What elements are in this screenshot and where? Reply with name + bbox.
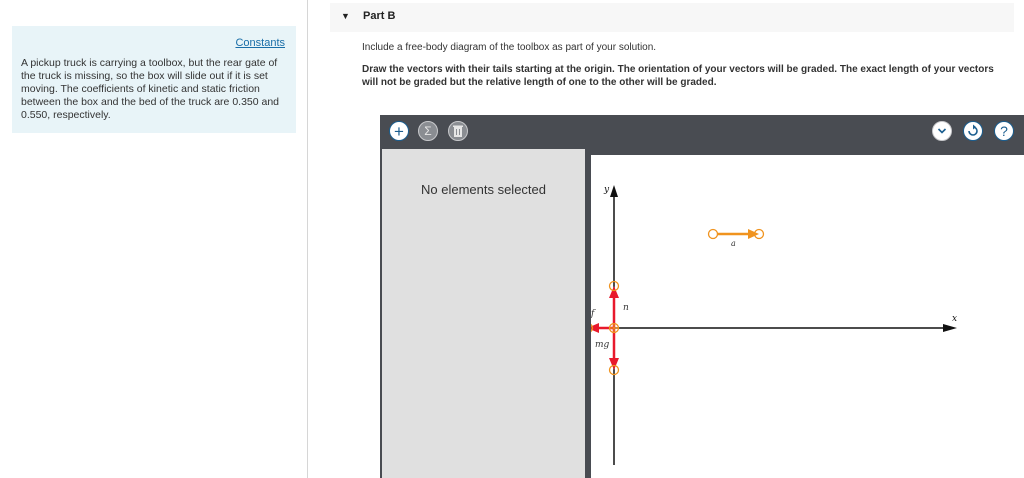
plus-icon[interactable]: + <box>389 121 409 141</box>
x-axis-label: x <box>952 314 957 324</box>
vector-f-label: f <box>591 309 596 319</box>
trash-icon[interactable] <box>448 121 468 141</box>
problem-statement: A pickup truck is carrying a toolbox, bu… <box>21 57 280 121</box>
x-axis-arrowhead <box>943 324 957 332</box>
vector-mg-label: mg <box>595 340 610 350</box>
vector-drawing-tool: + Σ ? No elements selected y x n f mg a <box>380 115 1024 478</box>
collapse-caret-icon[interactable]: ▼ <box>341 11 350 21</box>
part-header[interactable]: ▼ Part B <box>330 3 1014 32</box>
properties-panel: No elements selected <box>382 149 585 478</box>
drawing-canvas[interactable]: y x n f mg a <box>591 155 1024 478</box>
column-divider <box>307 0 308 478</box>
part-title: Part B <box>363 10 396 22</box>
chevron-down-icon[interactable] <box>932 121 952 141</box>
acceleration-label: a <box>731 239 736 248</box>
acceleration-tail-handle[interactable] <box>707 228 719 240</box>
vector-n-label: n <box>623 303 629 313</box>
constants-link[interactable]: Constants <box>235 37 285 49</box>
sigma-icon[interactable]: Σ <box>418 121 438 141</box>
selection-status: No elements selected <box>420 182 546 197</box>
help-icon[interactable]: ? <box>994 121 1014 141</box>
reset-icon[interactable] <box>963 121 983 141</box>
drawing-toolbar: + Σ ? <box>380 115 1024 149</box>
y-axis-label: y <box>603 185 610 195</box>
part-instruction: Include a free-body diagram of the toolb… <box>362 42 657 53</box>
part-task: Draw the vectors with their tails starti… <box>362 64 994 88</box>
constants-panel: Constants A pickup truck is carrying a t… <box>12 26 296 133</box>
y-axis-arrowhead <box>610 185 618 197</box>
